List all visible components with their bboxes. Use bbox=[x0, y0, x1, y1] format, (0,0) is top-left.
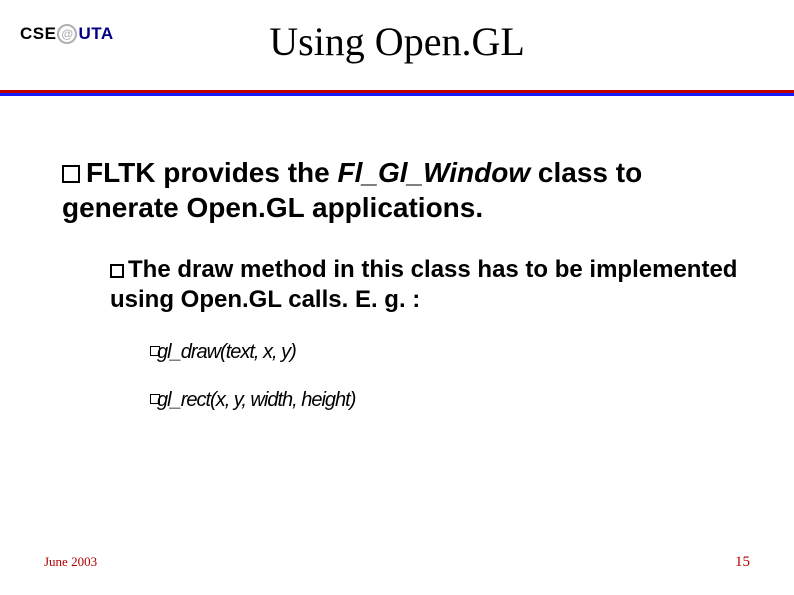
divider-blue bbox=[0, 93, 794, 96]
footer-page: 15 bbox=[735, 554, 750, 571]
bullet-level2: The draw method in this class has to be … bbox=[110, 255, 744, 315]
square-bullet-icon bbox=[62, 165, 80, 183]
header: CSE @ UTA Using Open.GL bbox=[0, 0, 794, 95]
bullet3a-text: gl_draw(text, x, y) bbox=[157, 341, 296, 363]
footer-date: June 2003 bbox=[44, 554, 97, 570]
content: FLTK provides the Fl_Gl_Window class to … bbox=[62, 155, 744, 435]
square-bullet-icon bbox=[150, 394, 160, 404]
bullet3b-text: gl_rect(x, y, width, height) bbox=[157, 389, 355, 411]
bullet-level1: FLTK provides the Fl_Gl_Window class to … bbox=[62, 155, 744, 225]
bullet-level3-b: gl_rect(x, y, width, height) bbox=[150, 387, 744, 413]
bullet1-pre: FLTK provides the bbox=[86, 157, 338, 188]
square-bullet-icon bbox=[110, 264, 124, 278]
footer: June 2003 15 bbox=[44, 554, 750, 571]
bullet-level3-a: gl_draw(text, x, y) bbox=[150, 339, 744, 365]
bullet2-text: The draw method in this class has to be … bbox=[110, 256, 737, 313]
slide: CSE @ UTA Using Open.GL FLTK provides th… bbox=[0, 0, 794, 595]
divider bbox=[0, 90, 794, 96]
slide-title: Using Open.GL bbox=[0, 18, 794, 65]
square-bullet-icon bbox=[150, 346, 160, 356]
bullet1-italic: Fl_Gl_Window bbox=[338, 157, 531, 188]
